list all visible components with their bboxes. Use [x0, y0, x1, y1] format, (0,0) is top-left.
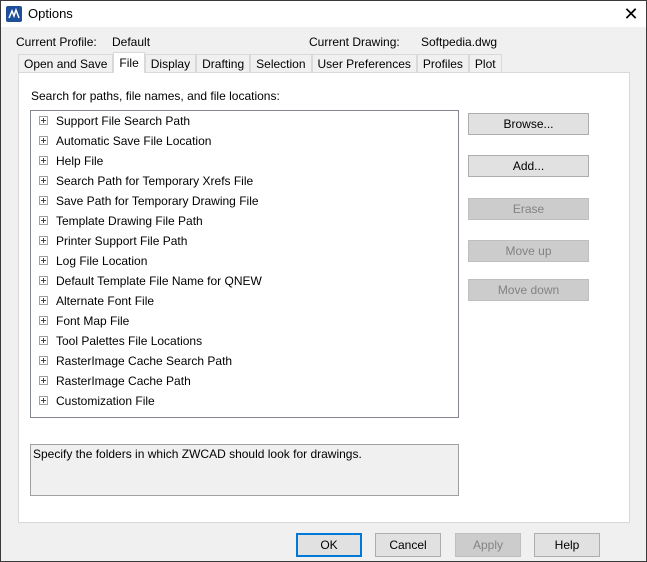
- move-up-button[interactable]: Move up: [468, 240, 589, 262]
- tree-item-label: Help File: [56, 154, 104, 168]
- tree-item[interactable]: Support File Search Path: [39, 111, 190, 131]
- current-drawing-label: Current Drawing:: [309, 35, 400, 49]
- tree-item[interactable]: Printer Support File Path: [39, 231, 187, 251]
- current-profile-value: Default: [112, 35, 151, 49]
- move-down-button[interactable]: Move down: [468, 279, 589, 301]
- window-title: Options: [28, 6, 73, 21]
- expand-icon[interactable]: [39, 396, 48, 406]
- tab-profiles[interactable]: Profiles: [416, 54, 469, 72]
- expand-icon[interactable]: [39, 376, 48, 386]
- browse-button[interactable]: Browse...: [468, 113, 589, 135]
- cancel-button[interactable]: Cancel: [375, 533, 441, 557]
- expand-icon[interactable]: [39, 216, 48, 226]
- current-drawing-value: Softpedia.dwg: [421, 35, 498, 49]
- tree-item[interactable]: Customization File: [39, 391, 155, 411]
- file-locations-tree[interactable]: Support File Search Path Automatic Save …: [30, 110, 459, 418]
- expand-icon[interactable]: [39, 156, 48, 166]
- expand-icon[interactable]: [39, 136, 48, 146]
- tree-item[interactable]: Tool Palettes File Locations: [39, 331, 202, 351]
- expand-icon[interactable]: [39, 276, 48, 286]
- expand-icon[interactable]: [39, 236, 48, 246]
- description-box: Specify the folders in which ZWCAD shoul…: [30, 444, 459, 496]
- erase-button[interactable]: Erase: [468, 198, 589, 220]
- tree-item-label: RasterImage Cache Path: [56, 374, 191, 388]
- tab-drafting[interactable]: Drafting: [196, 54, 251, 72]
- tab-selection[interactable]: Selection: [250, 54, 312, 72]
- tab-open-and-save[interactable]: Open and Save: [18, 54, 114, 72]
- tree-item-label: Tool Palettes File Locations: [56, 334, 203, 348]
- expand-icon[interactable]: [39, 116, 48, 126]
- ok-button[interactable]: OK: [296, 533, 362, 557]
- tab-plot[interactable]: Plot: [468, 54, 502, 72]
- tree-item[interactable]: Log File Location: [39, 251, 147, 271]
- search-paths-label: Search for paths, file names, and file l…: [31, 89, 280, 103]
- title-bar: Options ✕: [1, 1, 646, 27]
- tab-strip: Open and Save File Display Drafting Sele…: [18, 52, 502, 73]
- tree-item-label: Support File Search Path: [56, 114, 191, 128]
- expand-icon[interactable]: [39, 196, 48, 206]
- expand-icon[interactable]: [39, 316, 48, 326]
- tab-file[interactable]: File: [113, 52, 145, 73]
- tree-item-label: Automatic Save File Location: [56, 134, 212, 148]
- tree-item[interactable]: Help File: [39, 151, 103, 171]
- options-dialog: Options ✕ Current Profile: Default Curre…: [0, 0, 647, 562]
- tree-item[interactable]: Automatic Save File Location: [39, 131, 211, 151]
- tree-item[interactable]: RasterImage Cache Path: [39, 371, 191, 391]
- tree-item-label: Save Path for Temporary Drawing File: [56, 194, 259, 208]
- tree-item-label: Template Drawing File Path: [56, 214, 203, 228]
- tree-item-label: Default Template File Name for QNEW: [56, 274, 262, 288]
- close-icon[interactable]: ✕: [620, 3, 642, 25]
- tree-item-label: Search Path for Temporary Xrefs File: [56, 174, 254, 188]
- expand-icon[interactable]: [39, 336, 48, 346]
- tree-item-label: Font Map File: [56, 314, 130, 328]
- current-profile-label: Current Profile:: [16, 35, 97, 49]
- app-icon: [6, 6, 22, 22]
- expand-icon[interactable]: [39, 296, 48, 306]
- tree-item[interactable]: Default Template File Name for QNEW: [39, 271, 262, 291]
- tree-item-label: Log File Location: [56, 254, 148, 268]
- apply-button[interactable]: Apply: [455, 533, 521, 557]
- tree-item-label: Customization File: [56, 394, 155, 408]
- tree-item[interactable]: Alternate Font File: [39, 291, 154, 311]
- tree-item-label: Alternate Font File: [56, 294, 155, 308]
- tree-item[interactable]: Save Path for Temporary Drawing File: [39, 191, 259, 211]
- tree-item-label: RasterImage Cache Search Path: [56, 354, 233, 368]
- tree-item[interactable]: Template Drawing File Path: [39, 211, 203, 231]
- tree-item[interactable]: Search Path for Temporary Xrefs File: [39, 171, 253, 191]
- tree-item[interactable]: RasterImage Cache Search Path: [39, 351, 232, 371]
- add-button[interactable]: Add...: [468, 155, 589, 177]
- expand-icon[interactable]: [39, 256, 48, 266]
- tree-item-label: Printer Support File Path: [56, 234, 188, 248]
- help-button[interactable]: Help: [534, 533, 600, 557]
- tree-item[interactable]: Font Map File: [39, 311, 129, 331]
- tab-display[interactable]: Display: [144, 54, 197, 72]
- expand-icon[interactable]: [39, 176, 48, 186]
- tab-user-preferences[interactable]: User Preferences: [311, 54, 417, 72]
- expand-icon[interactable]: [39, 356, 48, 366]
